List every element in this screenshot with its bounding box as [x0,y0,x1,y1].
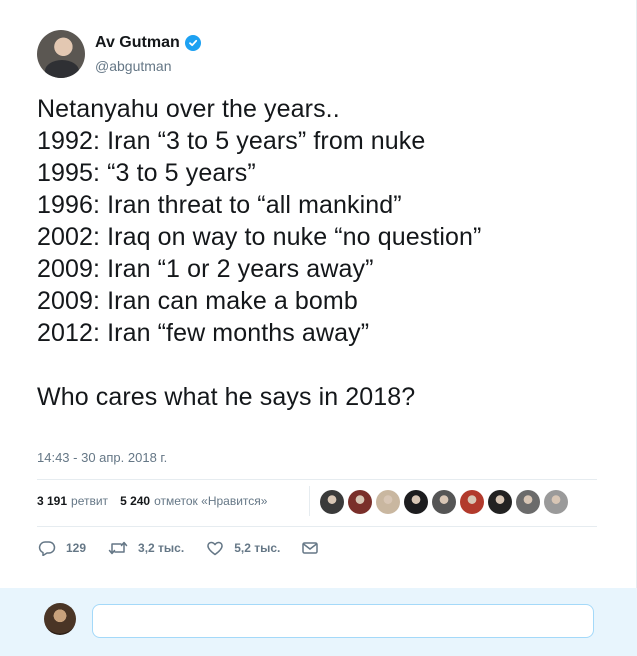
liker-avatars [320,490,568,514]
divider-top [37,479,597,480]
retweet-button[interactable]: 3,2 тыс. [108,540,184,556]
envelope-icon [302,541,319,555]
tweet-line: Who cares what he says in 2018? [37,383,416,411]
reply-button[interactable]: 129 [38,540,86,556]
liker-avatar[interactable] [404,490,428,514]
divider-bottom [37,526,597,527]
likes-label: отметок «Нравится» [154,494,268,508]
liker-avatar[interactable] [516,490,540,514]
like-count: 5,2 тыс. [234,541,281,555]
like-button[interactable]: 5,2 тыс. [206,540,280,556]
liker-avatar[interactable] [376,490,400,514]
tweet-line: 2012: Iran “few months away” [37,319,370,347]
tweet-line: 1995: “3 to 5 years” [37,159,256,187]
tweet-line: 1992: Iran “3 to 5 years” from nuke [37,127,426,155]
reply-count: 129 [66,541,87,555]
reply-composer [0,588,637,656]
tweet-line: Netanyahu over the years.. [37,95,340,123]
likes-count: 5 240 [120,494,151,508]
tweet-line: 2002: Iraq on way to nuke “no question” [37,223,482,251]
liker-avatar[interactable] [488,490,512,514]
tweet-text: Netanyahu over the years.. 1992: Iran “3… [37,93,607,413]
likes-stat[interactable]: 5 240 отметок «Нравится» [120,494,267,508]
retweets-label: ретвит [71,494,109,508]
tweet-actions: 129 3,2 тыс. 5,2 тыс. [38,540,340,556]
reply-icon [38,540,56,556]
tweet-line: 2009: Iran “1 or 2 years away” [37,255,374,283]
reply-input[interactable] [92,604,594,638]
author-avatar[interactable] [37,30,85,78]
author-display-name[interactable]: Av Gutman [95,34,180,52]
tweet-line: 1996: Iran threat to “all mankind” [37,191,402,219]
liker-avatar[interactable] [432,490,456,514]
heart-icon [206,540,224,556]
liker-avatar[interactable] [544,490,568,514]
retweet-icon [108,540,128,556]
tweet-header: Av Gutman @abgutman [37,30,597,80]
author-handle[interactable]: @abgutman [95,58,171,74]
verified-badge-icon [184,35,201,51]
retweets-stat[interactable]: 3 191 ретвит [37,494,108,508]
direct-message-button[interactable] [302,541,319,555]
current-user-avatar [44,603,76,635]
liker-avatar[interactable] [320,490,344,514]
author-name-row[interactable]: Av Gutman [95,34,201,52]
liker-avatar[interactable] [460,490,484,514]
tweet-timestamp[interactable]: 14:43 - 30 апр. 2018 г. [37,450,167,465]
liker-avatar[interactable] [348,490,372,514]
stats-separator [309,486,310,516]
retweet-count: 3,2 тыс. [138,541,185,555]
retweets-count: 3 191 [37,494,68,508]
tweet-line: 2009: Iran can make a bomb [37,287,358,315]
tweet-stats: 3 191 ретвит 5 240 отметок «Нравится» [37,494,279,508]
